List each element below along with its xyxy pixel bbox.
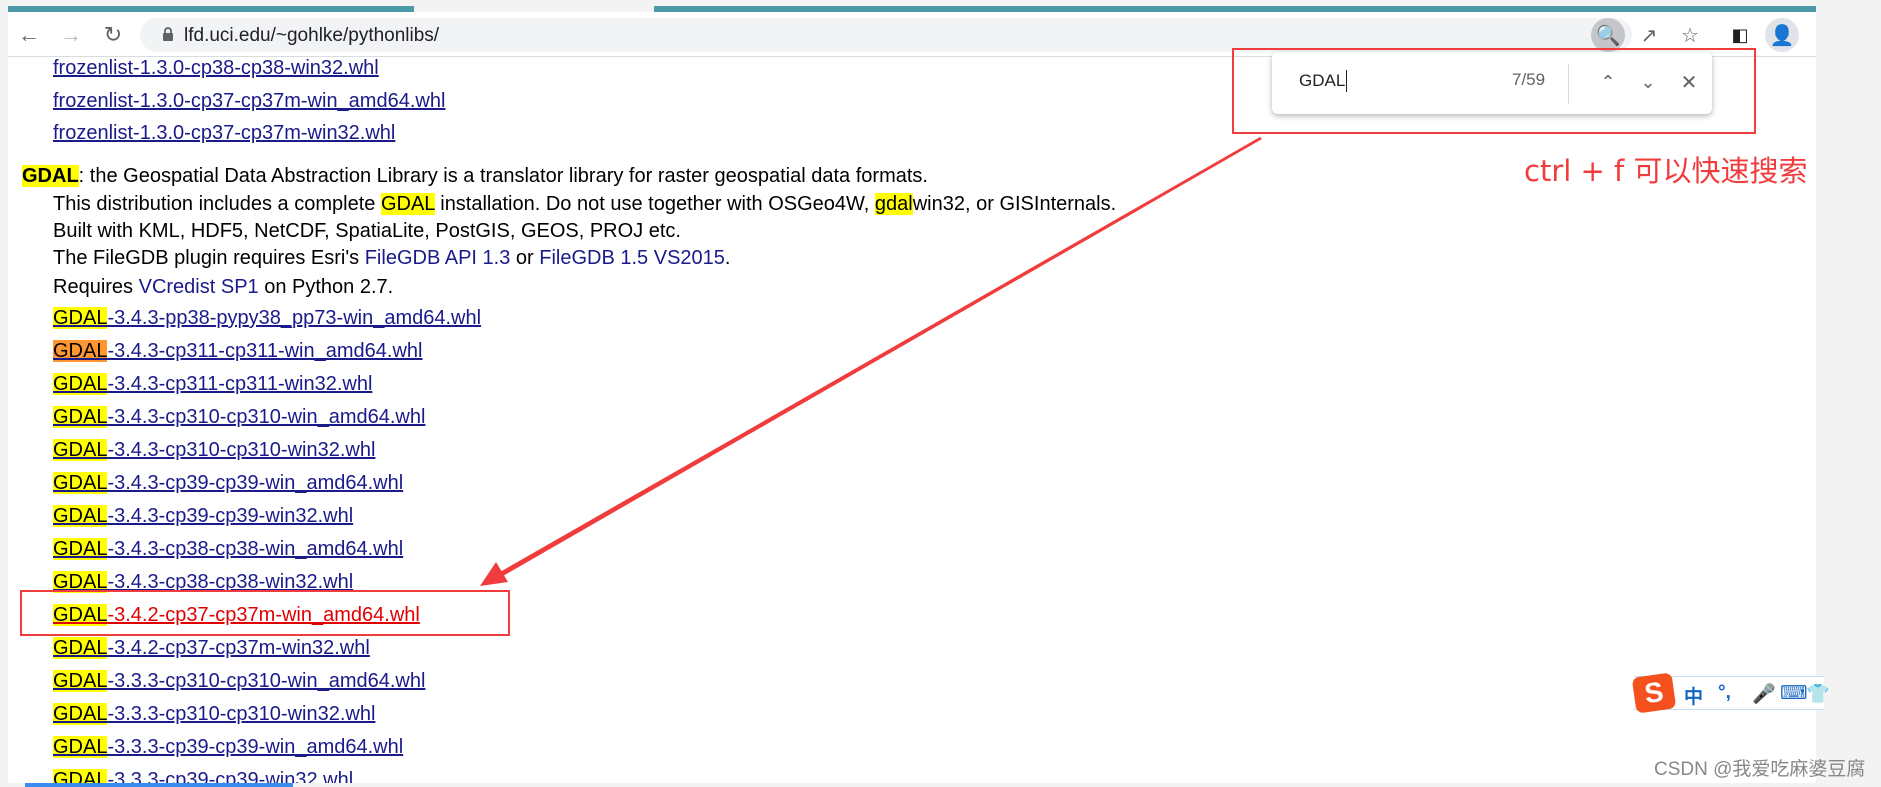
- watermark: CSDN @我爱吃麻婆豆腐: [1654, 759, 1866, 780]
- annotation-arrow: [500, 137, 1262, 576]
- target-file-highlight-box: [20, 590, 510, 636]
- annotation-text: ctrl + f 可以快速搜索: [1524, 154, 1808, 188]
- horizontal-scrollbar[interactable]: [25, 783, 293, 787]
- find-bar-highlight-box: [1232, 48, 1756, 134]
